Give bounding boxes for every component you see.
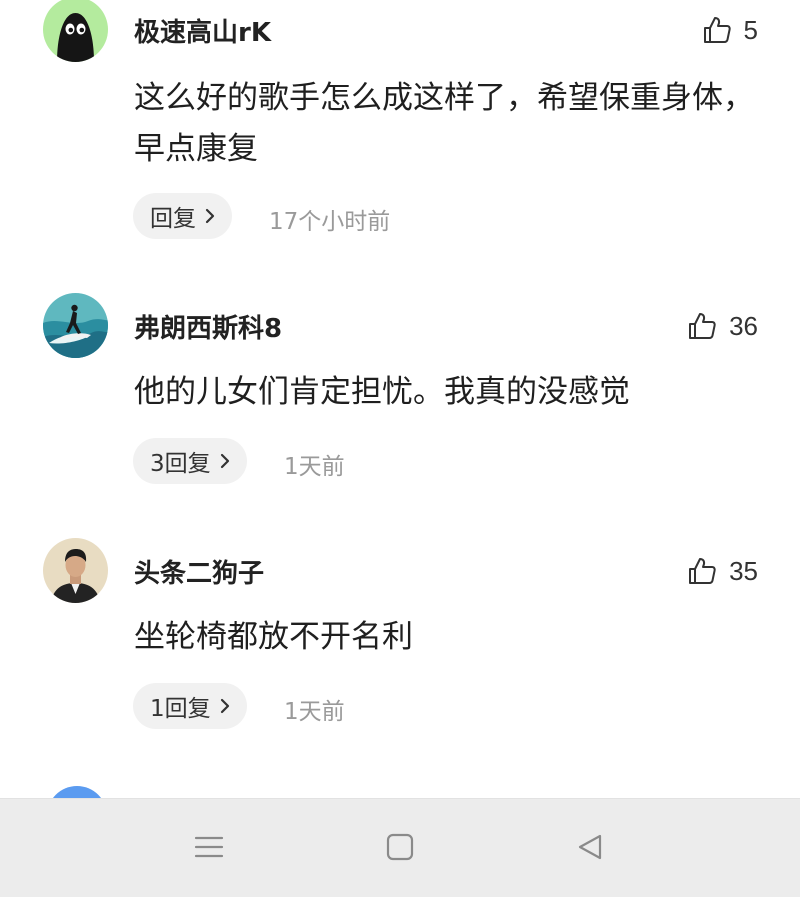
like-button[interactable]: 36	[687, 308, 758, 344]
triangle-back-icon	[578, 834, 602, 860]
like-button[interactable]: 35	[687, 553, 758, 589]
comment-username[interactable]: 头条二狗子	[134, 553, 264, 590]
comment-time: 1天前	[284, 454, 345, 480]
like-count: 36	[729, 310, 758, 341]
comment-username[interactable]: 弗朗西斯科8	[134, 308, 282, 345]
user-avatar[interactable]	[43, 538, 108, 603]
chevron-right-icon	[220, 453, 229, 469]
surfer-photo-avatar-icon	[43, 293, 108, 358]
chevron-right-icon	[220, 698, 229, 714]
reply-button[interactable]: 1回复	[133, 683, 247, 729]
thumbs-up-icon	[689, 313, 716, 339]
system-nav-bar	[0, 798, 800, 897]
comment-text: 坐轮椅都放不开名利	[134, 619, 413, 655]
comment-time: 1天前	[284, 699, 345, 725]
man-portrait-avatar-icon	[43, 538, 108, 603]
comment-item: 头条二狗子 35 坐轮椅都放不开名利 1回复 1天前	[0, 0, 800, 729]
square-home-icon	[386, 833, 414, 861]
reply-button[interactable]: 3回复	[133, 438, 247, 484]
reply-label: 1回复	[150, 696, 211, 722]
menu-lines-icon	[194, 836, 224, 858]
user-avatar[interactable]	[43, 293, 108, 358]
nav-back-button[interactable]	[570, 829, 610, 865]
nav-home-button[interactable]	[380, 829, 420, 865]
comment-text: 他的儿女们肯定担忧。我真的没感觉	[134, 374, 630, 410]
reply-label: 3回复	[150, 451, 211, 477]
thumbs-up-icon	[689, 558, 716, 584]
like-count: 35	[729, 555, 758, 586]
nav-menu-button[interactable]	[189, 829, 229, 865]
